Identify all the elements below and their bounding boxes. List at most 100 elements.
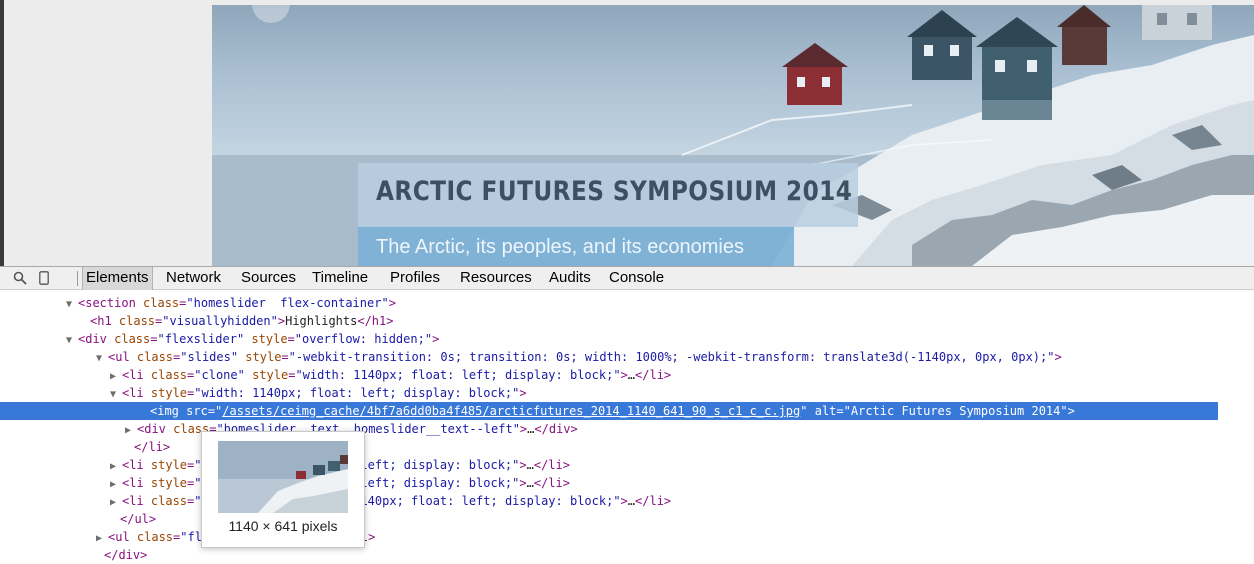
dom-token: "-webkit-transition: 0s; transition: 0s;… xyxy=(288,350,1055,364)
dom-token: style xyxy=(150,458,188,472)
dom-token xyxy=(245,368,252,382)
dom-token: > xyxy=(620,368,628,382)
dom-node[interactable]: <h1 class="visuallyhidden">Highlights</h… xyxy=(0,312,1254,330)
mobile-device-icon[interactable] xyxy=(39,271,49,285)
dom-node-content: ▼ <li style="width: 1140px; float: left; … xyxy=(110,384,527,404)
dom-node-content: </div> xyxy=(104,546,147,564)
dom-token: "overflow: hidden;" xyxy=(294,332,433,346)
dom-token: > xyxy=(519,458,527,472)
elements-dom-tree[interactable]: ▼ <section class="homeslider flex-contain… xyxy=(0,290,1254,562)
dom-token: > xyxy=(277,314,286,328)
image-dimensions-label: 1140 × 641 pixels xyxy=(228,518,338,534)
dom-token: </li> xyxy=(533,458,570,472)
window-edge xyxy=(0,0,4,266)
dom-token: </div> xyxy=(534,422,578,436)
dom-token: "visuallyhidden" xyxy=(162,314,278,328)
dom-node-content: ▶<li class="clone" style="width: 1140px;… xyxy=(110,492,671,512)
devtools-panel: Elements Network Sources Timeline Profil… xyxy=(0,266,1254,562)
dom-node-content: <img src="/assets/ceimg_cache/4bf7a6dd0b… xyxy=(150,402,1075,420)
dom-token: > xyxy=(620,494,628,508)
dom-node[interactable]: ▶ <div class="homeslider__text homeslider… xyxy=(0,420,1254,438)
dom-token: > xyxy=(519,386,527,400)
dom-token: class xyxy=(150,494,188,508)
dom-token: style xyxy=(150,476,188,490)
dom-token: </li> xyxy=(635,494,672,508)
image-preview-tooltip: 1140 × 641 pixels xyxy=(201,431,365,548)
page-viewport: ARCTIC FUTURES SYMPOSIUM 2014 The Arctic… xyxy=(0,0,1254,266)
dom-token: style xyxy=(252,368,289,382)
dom-node[interactable]: ▼ <ul class="slides" style="-webkit-trans… xyxy=(0,348,1254,366)
dom-token: class xyxy=(136,530,174,544)
dom-token: "width: 1140px; float: left; display: bl… xyxy=(194,386,520,400)
dom-node[interactable]: ▶<li class="clone" style="width: 1140px;… xyxy=(0,492,1254,510)
tab-sources[interactable]: Sources xyxy=(238,267,299,290)
dom-token: style xyxy=(251,332,288,346)
hero-slider-image[interactable]: ARCTIC FUTURES SYMPOSIUM 2014 The Arctic… xyxy=(212,5,1254,266)
dom-token: </div> xyxy=(104,548,148,562)
devtools-tab-bar: Elements Network Sources Timeline Profil… xyxy=(0,266,1254,290)
tab-resources[interactable]: Resources xyxy=(457,267,535,290)
dom-node[interactable]: ▶<li class="clone" style="width: 1140px;… xyxy=(0,366,1254,384)
thumbnail-picture xyxy=(218,441,348,513)
tab-profiles[interactable]: Profiles xyxy=(387,267,443,290)
dom-token: <div xyxy=(78,332,115,346)
dom-node[interactable]: ▶<li style="width: 1140px; float: left; … xyxy=(0,456,1254,474)
dom-token: <li xyxy=(122,476,151,490)
dom-token: </li> xyxy=(134,440,171,454)
dom-token: <section xyxy=(78,296,144,310)
resource-link[interactable]: /assets/ceimg_cache/4bf7a6dd0ba4f485/arc… xyxy=(222,404,800,418)
dom-token: <ul xyxy=(108,530,137,544)
dom-token: = xyxy=(281,350,289,364)
dom-token: style xyxy=(245,350,282,364)
toolbar-divider xyxy=(77,271,78,286)
dom-token: </li> xyxy=(635,368,672,382)
hero-title-box: ARCTIC FUTURES SYMPOSIUM 2014 xyxy=(358,163,858,227)
dom-node-content: ▼ <div class="flexslider" style="overflow… xyxy=(66,330,439,350)
dom-token: </h1> xyxy=(357,314,394,328)
tab-timeline[interactable]: Timeline xyxy=(309,267,371,290)
dom-node[interactable]: </li> xyxy=(0,438,1254,456)
dom-node[interactable]: </ul> xyxy=(0,510,1254,528)
dom-token: "clone" xyxy=(194,368,245,382)
dom-node-content: </ul> xyxy=(120,510,156,528)
dom-node[interactable]: ▶<ul class="flex-direction-nav">…</ul> xyxy=(0,528,1254,546)
dom-token: > xyxy=(1054,350,1062,364)
dom-token: <li xyxy=(122,386,151,400)
dom-token: > xyxy=(519,476,527,490)
dom-node-content: <h1 class="visuallyhidden">Highlights</h… xyxy=(90,312,393,330)
dom-token: <img xyxy=(150,404,187,418)
dom-node[interactable]: ▼ <div class="flexslider" style="overflow… xyxy=(0,330,1254,348)
dom-node[interactable]: ▶<li style="width: 1140px; float: left; … xyxy=(0,474,1254,492)
dom-token: class xyxy=(118,314,156,328)
dom-token: = xyxy=(207,404,216,418)
dom-node[interactable]: ▼ <li style="width: 1140px; float: left; … xyxy=(0,384,1254,402)
dom-token: = xyxy=(836,404,844,418)
dom-token: style xyxy=(150,386,188,400)
dom-token: class xyxy=(114,332,151,346)
hero-subtitle: The Arctic, its peoples, and its economi… xyxy=(376,236,744,258)
hero-subtitle-box: The Arctic, its peoples, and its economi… xyxy=(358,227,794,266)
dom-token: <h1 xyxy=(90,314,119,328)
dom-token: … xyxy=(627,368,636,382)
dom-token: "flexslider" xyxy=(157,332,245,346)
search-icon[interactable] xyxy=(13,271,27,285)
dom-token xyxy=(807,404,814,418)
dom-token: <div xyxy=(137,422,174,436)
dom-node-content: </li> xyxy=(134,438,170,456)
dom-token: <li xyxy=(122,494,151,508)
tab-network[interactable]: Network xyxy=(163,267,224,290)
dom-token: … xyxy=(627,494,636,508)
tab-audits[interactable]: Audits xyxy=(546,267,594,290)
dom-token: "width: 1140px; float: left; display: bl… xyxy=(295,368,621,382)
dom-token: <li xyxy=(122,458,151,472)
image-thumbnail xyxy=(218,441,348,513)
tab-console[interactable]: Console xyxy=(606,267,667,290)
tab-elements[interactable]: Elements xyxy=(82,267,153,290)
dom-token: class xyxy=(150,368,188,382)
dom-node[interactable]: ▼ <section class="homeslider flex-contain… xyxy=(0,294,1254,312)
dom-node[interactable]: </div> xyxy=(0,546,1254,564)
dom-node-selected[interactable]: <img src="/assets/ceimg_cache/4bf7a6dd0b… xyxy=(0,402,1218,420)
dom-token: = xyxy=(287,332,295,346)
dom-token: … xyxy=(526,458,534,472)
dom-token: src xyxy=(186,404,208,418)
